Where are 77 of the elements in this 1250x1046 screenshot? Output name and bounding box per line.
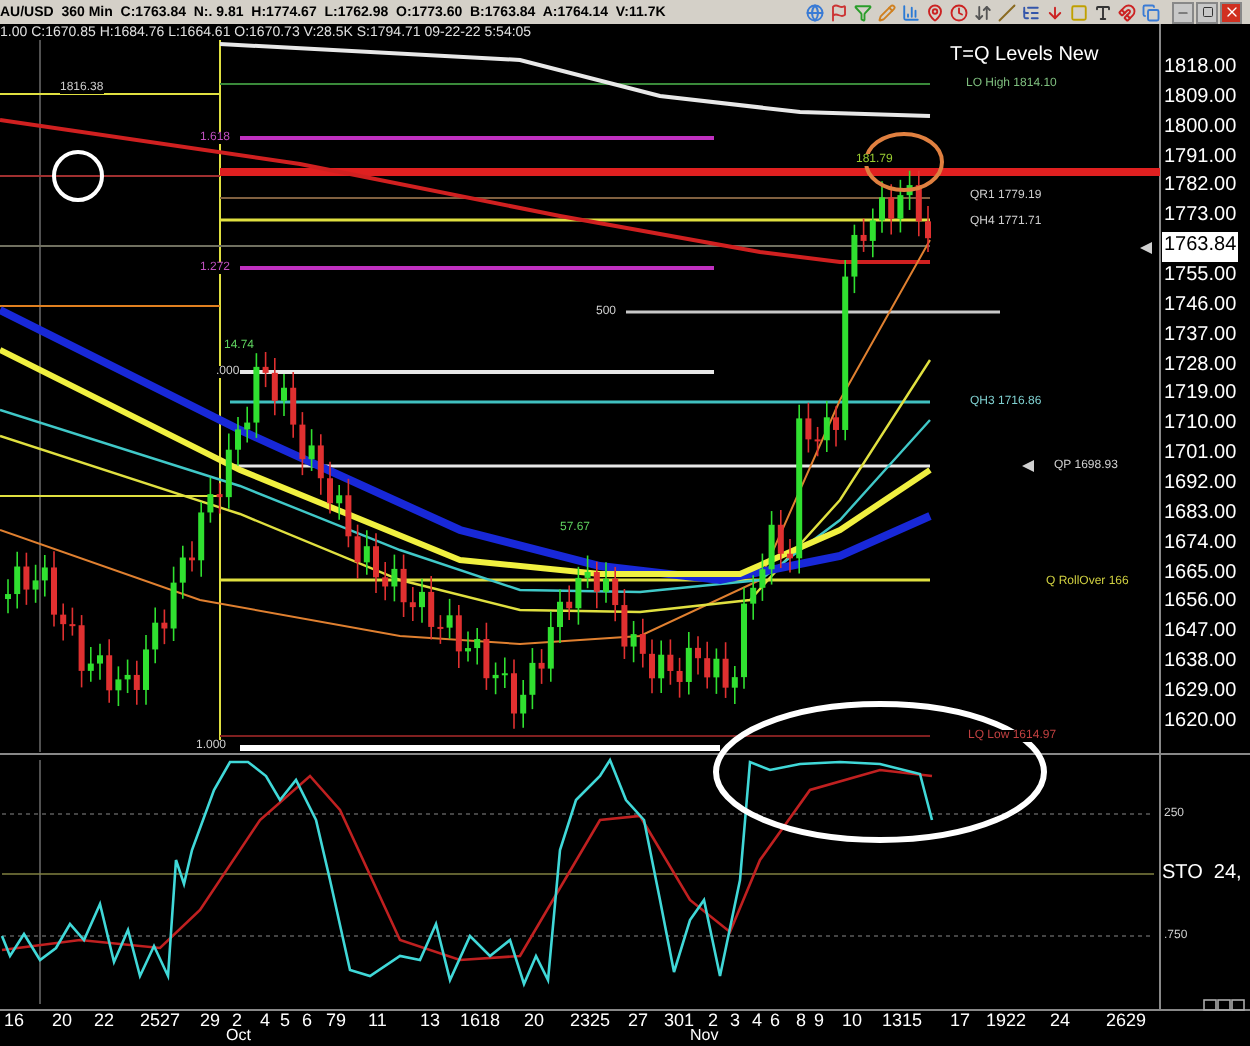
price-axis-label: 1791.00 [1164, 143, 1239, 172]
price-axis-label: 1674.00 [1164, 529, 1239, 558]
restore-icon [1201, 6, 1213, 18]
price-axis-label: 1638.00 [1164, 648, 1239, 677]
date-axis-label: 4 [752, 1012, 763, 1030]
price-axis-label: 1710.00 [1164, 410, 1239, 439]
price-axis-label: 1755.00 [1164, 262, 1239, 291]
date-axis-label: 17 [950, 1012, 971, 1030]
date-axis-label: 27 [628, 1012, 649, 1030]
magnet-icon[interactable] [1116, 1, 1138, 23]
arrow-left-icon [1022, 460, 1034, 472]
date-axis-label: 2527 [140, 1012, 181, 1030]
date-axis-label: 2 [708, 1012, 719, 1030]
text-tool-icon[interactable] [1092, 1, 1114, 23]
date-axis-label: 2 [232, 1012, 243, 1030]
date-axis-label: 1315 [882, 1012, 923, 1030]
date-axis-label: 10 [842, 1012, 863, 1030]
close-button[interactable] [1220, 1, 1242, 23]
restore-button[interactable] [1196, 1, 1218, 23]
price-axis-label: 1809.00 [1164, 83, 1239, 112]
price-axis-label: 1746.00 [1164, 291, 1239, 320]
globe-icon[interactable] [804, 1, 826, 23]
close-icon [1223, 4, 1239, 20]
price-axis-label: 1701.00 [1164, 440, 1239, 469]
flag-icon[interactable] [828, 1, 850, 23]
price-axis-label: 1665.00 [1164, 559, 1239, 588]
month-label: Oct [226, 1028, 251, 1044]
price-axis-label: 1620.00 [1164, 707, 1239, 736]
pin-icon[interactable] [924, 1, 946, 23]
filter-icon[interactable] [852, 1, 874, 23]
list-icon[interactable] [1020, 1, 1042, 23]
oscillator-name: STO 24, [1162, 864, 1242, 884]
arrows-icon[interactable] [972, 1, 994, 23]
price-axis-label: 1818.00 [1164, 54, 1239, 82]
month-label: Nov [690, 1028, 719, 1044]
price-axis-label: 1800.00 [1164, 113, 1239, 142]
date-axis-label: 4 [260, 1012, 271, 1030]
date-axis-label: 5 [280, 1012, 291, 1030]
date-axis-label: 6 [770, 1012, 781, 1030]
last-price-tag: 1763.84 [1162, 232, 1239, 263]
line-tool-icon[interactable] [996, 1, 1018, 23]
circle-marker [52, 150, 104, 202]
date-axis-label: 6 [302, 1012, 313, 1030]
price-axis-label: 1629.00 [1164, 678, 1239, 707]
date-axis-label: 13 [420, 1012, 441, 1030]
arrow-down-icon[interactable] [1044, 1, 1066, 23]
date-axis-label: 22 [94, 1012, 115, 1030]
price-axis-label: 1647.00 [1164, 618, 1239, 647]
price-axis-label: 1683.00 [1164, 499, 1239, 528]
date-axis-label: 29 [200, 1012, 221, 1030]
price-axis-label: 1692.00 [1164, 470, 1239, 499]
price-axis-label: 1773.00 [1164, 202, 1239, 231]
date-axis-label: 16 [4, 1012, 25, 1030]
date-axis-label: 79 [326, 1012, 347, 1030]
price-axis-label: 1719.00 [1164, 380, 1239, 409]
chart-title: T=Q Levels New [950, 46, 1099, 66]
date-axis-label: 1922 [986, 1012, 1027, 1030]
price-axis-label: 1737.00 [1164, 321, 1239, 350]
arrow-left-icon [1140, 242, 1152, 254]
date-axis-label: 9 [814, 1012, 825, 1030]
clock-icon[interactable] [948, 1, 970, 23]
date-axis-label: 11 [368, 1012, 387, 1030]
date-axis-label: 20 [524, 1012, 545, 1030]
date-axis-label: 20 [52, 1012, 73, 1030]
date-axis-label: 3 [730, 1012, 741, 1030]
date-axis-label: 8 [796, 1012, 807, 1030]
copy-icon[interactable] [1140, 1, 1162, 23]
price-axis-label: 1728.00 [1164, 351, 1239, 380]
bar-chart-icon[interactable] [900, 1, 922, 23]
date-axis-label: 24 [1050, 1012, 1071, 1030]
price-axis-label: 1782.00 [1164, 172, 1239, 201]
date-axis-label: 2629 [1106, 1012, 1147, 1030]
date-axis-label: 2325 [570, 1012, 611, 1030]
pencil-icon[interactable] [876, 1, 898, 23]
date-axis-label: 301 [664, 1012, 695, 1030]
price-axis-label: 1656.00 [1164, 588, 1239, 617]
date-axis-label: 1618 [460, 1012, 501, 1030]
